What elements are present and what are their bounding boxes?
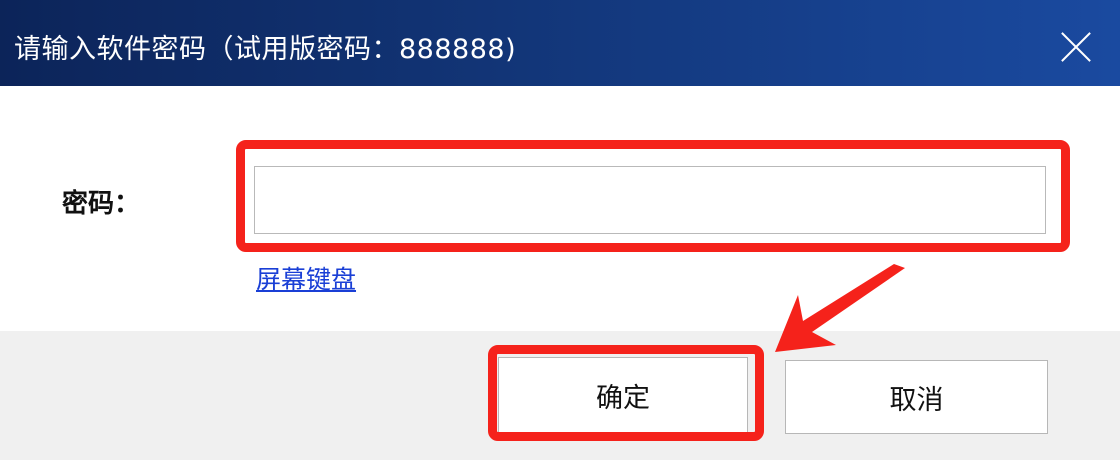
title-bar: 请输入软件密码（试用版密码：888888): [0, 0, 1120, 86]
password-label: 密码：: [62, 189, 141, 219]
dialog-title: 请输入软件密码（试用版密码：888888): [14, 34, 517, 65]
password-input[interactable]: [254, 166, 1046, 234]
close-icon[interactable]: [1052, 24, 1100, 72]
cancel-button[interactable]: 取消: [785, 360, 1048, 434]
ok-button[interactable]: 确定: [498, 357, 748, 434]
onscreen-keyboard-link[interactable]: 屏幕键盘: [256, 260, 356, 296]
